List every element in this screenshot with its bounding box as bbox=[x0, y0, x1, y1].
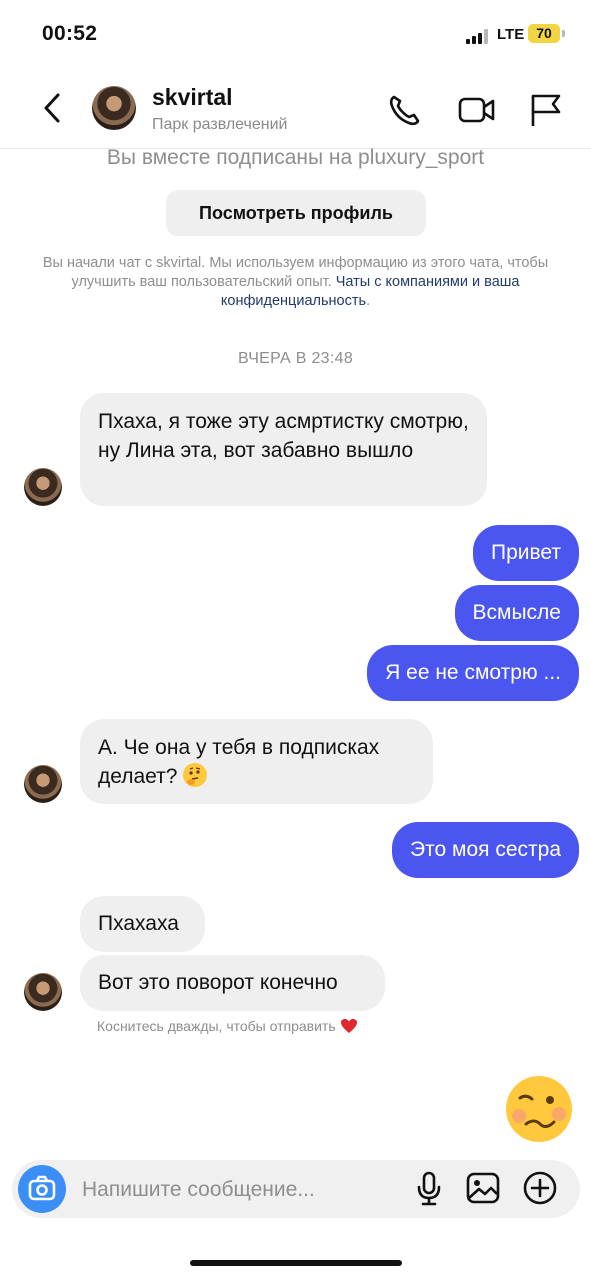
back-icon[interactable] bbox=[34, 88, 74, 128]
home-indicator[interactable] bbox=[190, 1260, 402, 1266]
day-separator: ВЧЕРА В 23:48 bbox=[237, 350, 354, 367]
message-outgoing[interactable]: Всмысле bbox=[454, 585, 579, 641]
info-end: . bbox=[366, 293, 371, 309]
thinking-face-icon bbox=[183, 763, 208, 787]
heart-icon bbox=[340, 1018, 358, 1034]
phone-icon[interactable] bbox=[385, 90, 425, 130]
mutual-follow-text: Вы вместе подписаны на pluxury_sport bbox=[106, 146, 485, 169]
avatar[interactable] bbox=[24, 973, 62, 1011]
message-input[interactable] bbox=[80, 1172, 384, 1208]
woozy-face-icon[interactable] bbox=[504, 1074, 574, 1144]
network-label: LTE bbox=[497, 26, 525, 43]
chat-username[interactable]: skvirtal bbox=[152, 84, 233, 111]
camera-icon[interactable] bbox=[18, 1165, 66, 1213]
microphone-icon[interactable] bbox=[409, 1168, 449, 1208]
avatar[interactable] bbox=[24, 765, 62, 803]
message-incoming[interactable]: Пхахаха bbox=[80, 896, 205, 952]
battery-icon: 70 bbox=[528, 24, 560, 43]
message-outgoing[interactable]: Привет bbox=[472, 525, 579, 581]
message-outgoing[interactable]: Это моя сестра bbox=[392, 822, 579, 878]
message-incoming[interactable]: Пхаха, я тоже эту асмртистку смотрю, ну … bbox=[80, 393, 487, 506]
battery-tip bbox=[562, 30, 565, 37]
avatar[interactable] bbox=[92, 86, 136, 130]
double-tap-hint[interactable]: Коснитесь дважды, чтобы отправить bbox=[97, 1018, 358, 1034]
view-profile-button[interactable]: Посмотреть профиль bbox=[166, 190, 426, 236]
video-icon[interactable] bbox=[457, 90, 497, 130]
flag-icon[interactable] bbox=[527, 90, 567, 130]
message-incoming[interactable]: А. Че она у тебя в подписках делает? bbox=[80, 719, 433, 804]
chat-info-text: Вы начали чат с skvirtal. Мы используем … bbox=[20, 254, 571, 311]
message-text: А. Че она у тебя в подписках делает? bbox=[98, 736, 380, 788]
message-incoming[interactable]: Вот это поворот конечно bbox=[80, 955, 385, 1011]
hint-text: Коснитесь дважды, чтобы отправить bbox=[97, 1018, 336, 1034]
chat-subtitle: Парк развлечений bbox=[152, 116, 288, 133]
status-time: 00:52 bbox=[42, 22, 98, 45]
gallery-icon[interactable] bbox=[463, 1168, 503, 1208]
avatar[interactable] bbox=[24, 468, 62, 506]
plus-icon[interactable] bbox=[520, 1168, 560, 1208]
message-outgoing[interactable]: Я ее не смотрю ... bbox=[367, 645, 579, 701]
signal-icon bbox=[466, 28, 488, 44]
